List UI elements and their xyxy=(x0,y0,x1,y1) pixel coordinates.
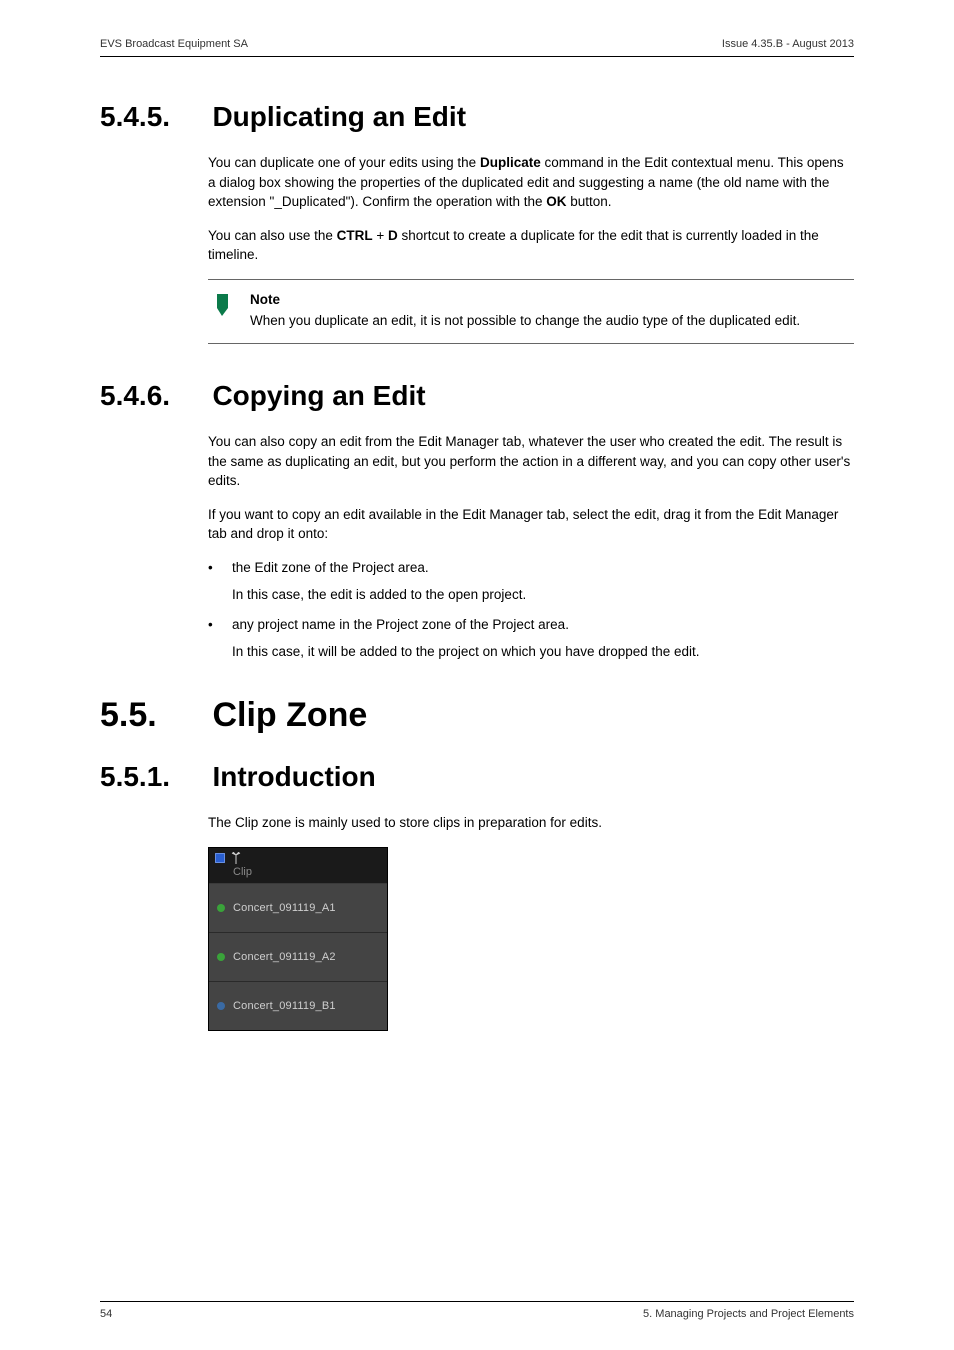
bullet-subtext: In this case, it will be added to the pr… xyxy=(232,642,854,662)
clip-item-label: Concert_091119_A2 xyxy=(233,951,336,963)
paragraph: You can also use the CTRL + D shortcut t… xyxy=(208,226,854,265)
note-heading: Note xyxy=(250,290,848,310)
heading-title: Duplicating an Edit xyxy=(212,101,466,133)
note-text: When you duplicate an edit, it is not po… xyxy=(250,313,800,328)
square-icon xyxy=(215,853,225,863)
heading-title: Introduction xyxy=(212,761,375,793)
page-number: 54 xyxy=(100,1308,112,1320)
heading-number: 5.5.1. xyxy=(100,761,208,793)
term-ctrl: CTRL xyxy=(337,228,373,243)
clip-zone-screenshot: Clip Concert_091119_A1Concert_091119_A2C… xyxy=(208,847,388,1031)
paragraph: If you want to copy an edit available in… xyxy=(208,505,854,544)
heading-5-5-1: 5.5.1. Introduction xyxy=(100,761,854,793)
heading-number: 5.4.5. xyxy=(100,101,208,133)
header-right: Issue 4.35.B - August 2013 xyxy=(722,38,854,50)
clip-item: Concert_091119_A2 xyxy=(209,933,387,982)
header-rule xyxy=(100,56,854,57)
header-left: EVS Broadcast Equipment SA xyxy=(100,38,248,50)
heading-number: 5.4.6. xyxy=(100,380,208,412)
clip-header-label: Clip xyxy=(209,866,387,884)
heading-title: Copying an Edit xyxy=(212,380,425,412)
clip-zone-header: Clip xyxy=(209,848,387,884)
bullet-text: any project name in the Project zone of … xyxy=(232,615,854,635)
note-marker-icon xyxy=(214,290,232,331)
heading-5-5: 5.5. Clip Zone xyxy=(100,696,854,735)
list-item: •the Edit zone of the Project area. In t… xyxy=(208,558,854,605)
heading-title: Clip Zone xyxy=(212,696,367,735)
note-box: Note When you duplicate an edit, it is n… xyxy=(208,279,854,344)
status-dot-icon xyxy=(217,904,225,912)
bullet-mark: • xyxy=(208,558,232,578)
clip-item-list: Concert_091119_A1 Concert_091119_A2 Concer… xyxy=(209,884,387,1030)
term-ok: OK xyxy=(546,194,566,209)
bullet-mark: • xyxy=(208,615,232,635)
status-dot-icon xyxy=(217,1002,225,1010)
text: You can also use the xyxy=(208,228,337,243)
footer-chapter: 5. Managing Projects and Project Element… xyxy=(643,1308,854,1320)
term-duplicate: Duplicate xyxy=(480,155,541,170)
clip-item: Concert_091119_B1 xyxy=(209,982,387,1030)
text: + xyxy=(373,228,388,243)
footer: 54 5. Managing Projects and Project Elem… xyxy=(100,1301,854,1320)
text: button. xyxy=(567,194,612,209)
heading-5-4-5: 5.4.5. Duplicating an Edit xyxy=(100,101,854,133)
bullet-subtext: In this case, the edit is added to the o… xyxy=(232,585,854,605)
heading-number: 5.5. xyxy=(100,696,208,735)
status-dot-icon xyxy=(217,953,225,961)
clip-item-label: Concert_091119_A1 xyxy=(233,902,336,914)
heading-5-4-6: 5.4.6. Copying an Edit xyxy=(100,380,854,412)
footer-rule xyxy=(100,1301,854,1302)
paragraph: You can duplicate one of your edits usin… xyxy=(208,153,854,212)
clip-item-label: Concert_091119_B1 xyxy=(233,1000,336,1012)
clip-item: Concert_091119_A1 xyxy=(209,884,387,933)
term-d: D xyxy=(388,228,398,243)
paragraph: The Clip zone is mainly used to store cl… xyxy=(208,813,854,833)
text: You can duplicate one of your edits usin… xyxy=(208,155,480,170)
bullet-text: the Edit zone of the Project area. xyxy=(232,558,854,578)
paragraph: You can also copy an edit from the Edit … xyxy=(208,432,854,491)
list-item: •any project name in the Project zone of… xyxy=(208,615,854,662)
antenna-icon xyxy=(231,852,241,864)
